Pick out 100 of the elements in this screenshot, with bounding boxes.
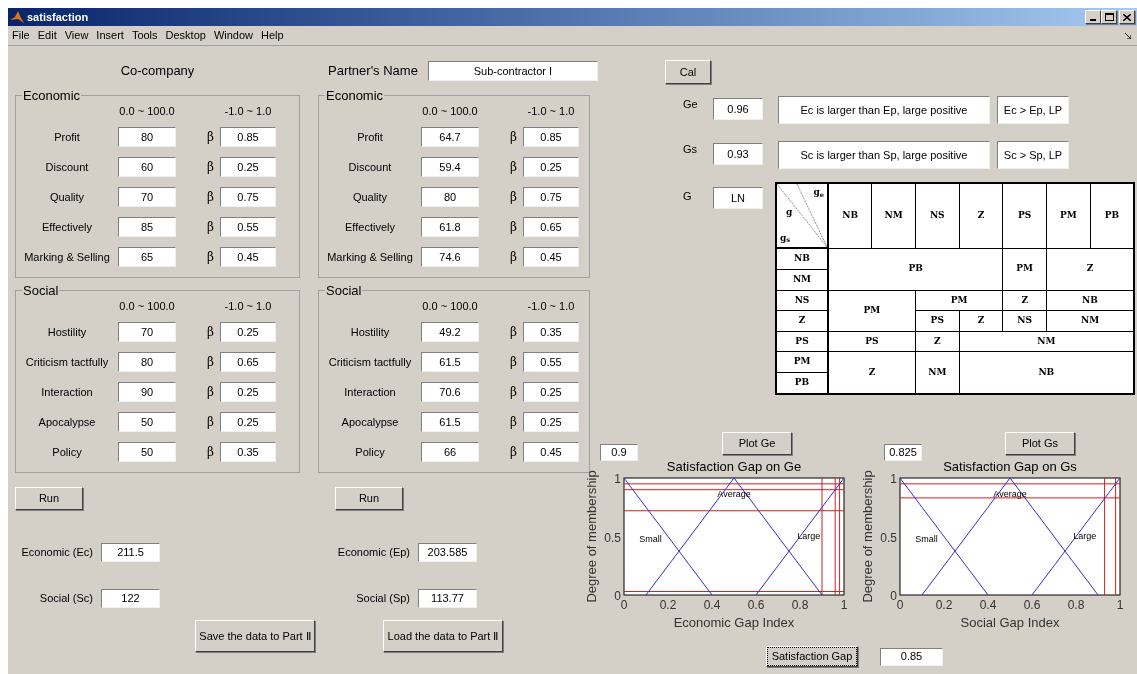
range-label: 0.0 ~ 100.0 [421, 103, 479, 119]
cut-value-field[interactable]: 0.825 [884, 444, 922, 461]
score-field[interactable]: 65 [118, 247, 176, 267]
score-field[interactable]: 80 [118, 127, 176, 147]
criterion-label: Criticism tactfully [327, 354, 413, 370]
gap-field[interactable]: 0.93 [713, 143, 763, 165]
description-field[interactable]: Sc is larger than Sp, large positive [778, 141, 990, 169]
run-button[interactable]: Run [15, 487, 83, 510]
rule-cell: PM [828, 290, 916, 332]
beta-symbol: β [510, 414, 517, 431]
total-field[interactable]: 203.585 [418, 543, 477, 562]
menu-item[interactable]: View [60, 27, 93, 44]
criterion-label: Profit [356, 129, 384, 145]
weight-field[interactable]: 0.65 [523, 217, 579, 237]
total-field[interactable]: 211.5 [101, 543, 160, 562]
weight-field[interactable]: 0.75 [220, 187, 276, 207]
weight-field[interactable]: 0.25 [523, 157, 579, 177]
rule-cell: PM [915, 290, 1003, 311]
code-field[interactable]: Sc > Sp, LP [997, 141, 1069, 169]
score-field[interactable]: 50 [118, 412, 176, 432]
rule-cell: Z [915, 331, 960, 352]
weight-field[interactable]: 0.55 [220, 217, 276, 237]
score-field[interactable]: 80 [118, 352, 176, 372]
weight-field[interactable]: 0.35 [220, 442, 276, 462]
weight-field[interactable]: 0.25 [220, 412, 276, 432]
tick-label: 0.6 [747, 598, 765, 612]
score-field[interactable]: 70 [118, 187, 176, 207]
weight-field[interactable]: 0.25 [220, 322, 276, 342]
company-heading: Co-company [120, 62, 195, 81]
menu-item[interactable]: File [8, 27, 34, 44]
run-button[interactable]: Run [335, 487, 403, 510]
transfer-button[interactable]: Load the data to Part Ⅱ [383, 620, 503, 652]
corner-label: g$_{e}$ [813, 186, 824, 200]
criterion-label: Interaction [343, 384, 397, 400]
weight-field[interactable]: 0.45 [523, 442, 579, 462]
range-label: -1.0 ~ 1.0 [223, 103, 273, 119]
criterion-label: Marking & Selling [23, 249, 111, 265]
beta-symbol: β [510, 384, 517, 401]
curve-label: Average [717, 488, 751, 499]
score-field[interactable]: 60 [118, 157, 176, 177]
menu-item[interactable]: Help [257, 27, 288, 44]
score-field[interactable]: 61.8 [421, 217, 479, 237]
criterion-label: Policy [354, 444, 386, 460]
gap-label: Ge [683, 97, 699, 112]
score-field[interactable]: 90 [118, 382, 176, 402]
score-field[interactable]: 61.5 [421, 352, 479, 372]
score-field[interactable]: 74.6 [421, 247, 479, 267]
weight-field[interactable]: 0.85 [523, 127, 579, 147]
code-field[interactable]: Ec > Ep, LP [997, 96, 1069, 124]
total-field[interactable]: 122 [101, 589, 160, 608]
calculate-button[interactable]: Cal [665, 60, 711, 84]
axis-label: Degree of membership [860, 470, 875, 603]
score-field[interactable]: 50 [118, 442, 176, 462]
score-field[interactable]: 70.6 [421, 382, 479, 402]
weight-field[interactable]: 0.45 [523, 247, 579, 267]
weight-field[interactable]: 0.45 [220, 247, 276, 267]
dock-arrow-icon[interactable] [1125, 32, 1131, 39]
menu-item[interactable]: Insert [92, 27, 128, 44]
weight-field[interactable]: 0.65 [220, 352, 276, 372]
tick-label: 0 [896, 598, 904, 612]
overall-gap-field[interactable]: LN [713, 187, 763, 209]
score-field[interactable]: 85 [118, 217, 176, 237]
score-field[interactable]: 59.4 [421, 157, 479, 177]
maximize-icon [1104, 13, 1114, 21]
weight-field[interactable]: 0.25 [220, 382, 276, 402]
total-field[interactable]: 113.77 [418, 589, 477, 608]
satisfaction-gap-field[interactable]: 0.85 [880, 647, 943, 666]
weight-field[interactable]: 0.85 [220, 127, 276, 147]
tick-label: 0.5 [604, 530, 621, 545]
score-field[interactable]: 66 [421, 442, 479, 462]
chart-title: Satisfaction Gap on Ge [666, 459, 802, 474]
menu-item[interactable]: Tools [127, 27, 162, 44]
chart-title: Satisfaction Gap on Gs [943, 459, 1077, 474]
close-button[interactable] [1119, 10, 1135, 24]
rule-cell: PS [915, 310, 960, 332]
menu-item[interactable]: Edit [33, 27, 61, 44]
menu-item[interactable]: Window [209, 27, 258, 44]
maximize-button[interactable] [1101, 10, 1117, 24]
minimize-button[interactable] [1085, 10, 1101, 24]
weight-field[interactable]: 0.35 [523, 322, 579, 342]
score-field[interactable]: 80 [421, 187, 479, 207]
transfer-button[interactable]: Save the data to Part Ⅱ [195, 620, 315, 652]
score-field[interactable]: 49.2 [421, 322, 479, 342]
score-field[interactable]: 70 [118, 322, 176, 342]
score-field[interactable]: 64.7 [421, 127, 479, 147]
partner-name-field[interactable]: Sub-contractor I [427, 61, 598, 81]
menu-item[interactable]: Desktop [161, 27, 210, 44]
plot-button[interactable]: Plot Ge [722, 432, 792, 455]
description-field[interactable]: Ec is larger than Ep, large positive [778, 96, 990, 124]
plot-button[interactable]: Plot Gs [1005, 432, 1075, 455]
weight-field[interactable]: 0.25 [523, 382, 579, 402]
weight-field[interactable]: 0.55 [523, 352, 579, 372]
satisfaction-gap-button[interactable]: Satisfaction Gap [766, 646, 858, 667]
cut-value-field[interactable]: 0.9 [600, 444, 638, 461]
weight-field[interactable]: 0.25 [523, 412, 579, 432]
beta-symbol: β [207, 129, 214, 146]
weight-field[interactable]: 0.25 [220, 157, 276, 177]
score-field[interactable]: 61.5 [421, 412, 479, 432]
gap-field[interactable]: 0.96 [713, 98, 763, 120]
weight-field[interactable]: 0.75 [523, 187, 579, 207]
